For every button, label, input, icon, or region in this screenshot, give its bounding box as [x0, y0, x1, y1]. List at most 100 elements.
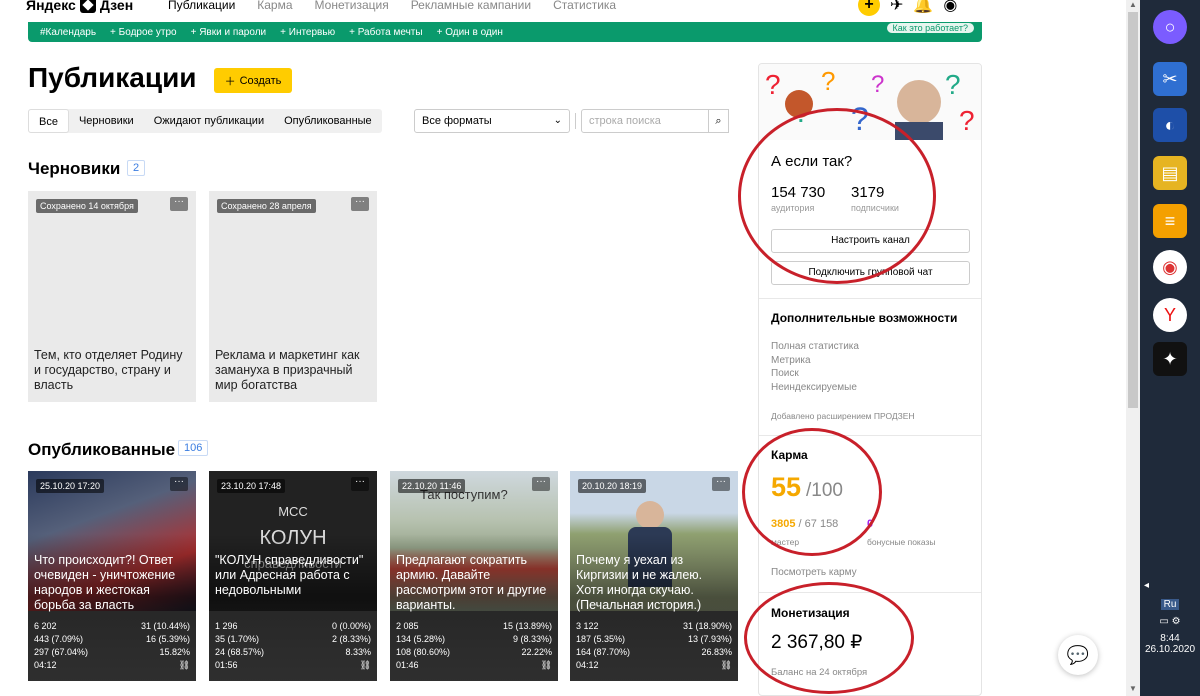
format-select[interactable]: Все форматы ⌄: [414, 109, 570, 133]
banner-item[interactable]: + Интервью: [280, 27, 335, 38]
extra-link-search[interactable]: Поиск: [771, 367, 859, 381]
search-input[interactable]: строка поиска: [581, 109, 709, 133]
divider: [575, 113, 576, 129]
karma-points-total: / 67 158: [798, 518, 839, 530]
publication-card[interactable]: 20.10.20 18:19 ··· Почему я уехал из Кир…: [570, 471, 738, 681]
tab-pending[interactable]: Ожидают публикации: [144, 109, 274, 133]
paper-plane-icon[interactable]: ✈: [890, 0, 903, 15]
nav-monetization[interactable]: Монетизация: [315, 0, 389, 12]
subscribers-label: подписчики: [851, 203, 899, 213]
publication-stats: 3 122 31 (18.90%) 187 (5.35%) 13 (7.93%) 1…: [576, 620, 732, 672]
draft-saved-date: Сохранено 14 октября: [36, 199, 138, 213]
publication-date: 22.10.20 11:46: [398, 479, 466, 493]
bonus-impressions-label: бонусные показы: [867, 537, 936, 547]
stat-ctr: 164 (87.70%): [576, 647, 631, 657]
channel-name[interactable]: А если так?: [771, 153, 852, 170]
scrollbar[interactable]: ▲ ▼: [1126, 0, 1140, 696]
publication-stats: 6 202 31 (10.44%) 443 (7.09%) 16 (5.39%) 2…: [34, 620, 190, 672]
stat-time: 04:12: [34, 660, 57, 670]
more-icon[interactable]: ···: [170, 197, 188, 211]
link-icon[interactable]: ⛓: [179, 659, 190, 672]
link-icon[interactable]: ⛓: [541, 659, 552, 672]
logo[interactable]: Яндекс Дзен: [26, 0, 133, 13]
more-icon[interactable]: ···: [351, 197, 369, 211]
stat-reads: 35 (1.70%): [215, 634, 260, 644]
search-icon[interactable]: ⌕: [709, 109, 729, 133]
tab-drafts[interactable]: Черновики: [69, 109, 144, 133]
audience-count: 154 730: [771, 184, 826, 201]
chrome-icon[interactable]: ◉: [1153, 250, 1187, 284]
nav-statistics[interactable]: Статистика: [553, 0, 616, 12]
how-it-works-link[interactable]: Как это работает?: [886, 23, 974, 33]
draft-card[interactable]: Сохранено 14 октября ··· Тем, кто отделя…: [28, 191, 196, 402]
extra-link-full-stats[interactable]: Полная статистика: [771, 340, 859, 354]
clock-date[interactable]: 26.10.2020: [1140, 644, 1200, 655]
channel-cover: ? ? ? ? ? ? ?: [759, 64, 981, 140]
stat-engagement: 15.82%: [159, 647, 190, 657]
banner-item[interactable]: + Работа мечты: [349, 27, 422, 38]
publication-date: 23.10.20 17:48: [217, 479, 286, 493]
stat-likes: 0 (0.00%): [331, 621, 371, 631]
setup-channel-button[interactable]: Настроить канал: [771, 229, 970, 253]
scrollbar-thumb[interactable]: [1128, 12, 1138, 408]
chevron-left-icon[interactable]: ◂: [1140, 580, 1200, 591]
nav-ad-campaigns[interactable]: Рекламные кампании: [411, 0, 531, 12]
extra-link-metrika[interactable]: Метрика: [771, 354, 859, 368]
extra-features-list: Полная статистика Метрика Поиск Неиндекс…: [771, 340, 859, 394]
link-icon[interactable]: ⛓: [360, 659, 371, 672]
link-icon[interactable]: ⛓: [721, 659, 732, 672]
more-icon[interactable]: ···: [712, 477, 730, 491]
banner-item[interactable]: + Один в один: [437, 27, 503, 38]
publication-title: "КОЛУН справедливости" или Адресная рабо…: [215, 553, 364, 597]
yandex-browser-icon[interactable]: Y: [1153, 298, 1187, 332]
alice-icon[interactable]: ○: [1153, 10, 1187, 44]
stat-engagement: 26.83%: [701, 647, 732, 657]
view-karma-link[interactable]: Посмотреть карму: [771, 567, 857, 578]
create-button[interactable]: ＋ Создать: [214, 68, 292, 93]
more-icon[interactable]: ···: [170, 477, 188, 491]
format-select-value: Все форматы: [422, 115, 492, 127]
avatar[interactable]: ◉: [943, 0, 957, 15]
karma-points: 3805 / 67 158: [771, 518, 838, 530]
scroll-down-icon[interactable]: ▼: [1129, 684, 1137, 693]
more-icon[interactable]: ···: [351, 477, 369, 491]
nav-publications[interactable]: Публикации: [168, 0, 235, 12]
stat-views: 3 122: [576, 621, 599, 631]
banner-item[interactable]: + Явки и пароли: [191, 27, 267, 38]
zen-icon[interactable]: ✦: [1153, 342, 1187, 376]
publication-card[interactable]: 25.10.20 17:20 ··· Что происходит?! Отве…: [28, 471, 196, 681]
chat-icon[interactable]: 💬: [1058, 635, 1098, 675]
stat-dislikes: 9 (8.33%): [512, 634, 552, 644]
banner-item[interactable]: + Бодрое утро: [110, 27, 177, 38]
network-icon[interactable]: ▭ ⚙: [1140, 616, 1200, 627]
promo-banner[interactable]: #Календарь + Бодрое утро + Явки и пароли…: [28, 22, 982, 42]
extra-link-unindexed[interactable]: Неиндексируемые: [771, 381, 859, 395]
svg-text:?: ?: [851, 101, 869, 137]
language-indicator[interactable]: Ru: [1160, 599, 1180, 610]
plus-button[interactable]: +: [858, 0, 880, 16]
disk-icon[interactable]: ◐: [1153, 108, 1187, 142]
notes-icon[interactable]: ≡: [1153, 204, 1187, 238]
nav-karma[interactable]: Карма: [257, 0, 292, 12]
banner-item[interactable]: #Календарь: [40, 27, 96, 38]
logo-text: Яндекс: [26, 0, 76, 13]
scissors-icon[interactable]: ✂: [1153, 62, 1187, 96]
tab-published[interactable]: Опубликованные: [274, 109, 382, 133]
connect-chat-button[interactable]: Подключить групповой чат: [771, 261, 970, 285]
tab-all[interactable]: Все: [28, 109, 69, 133]
extra-features-title: Дополнительные возможности: [771, 311, 958, 325]
system-tray: ◂ Ru ▭ ⚙ 8:44 26.10.2020: [1140, 580, 1200, 655]
bell-icon[interactable]: 🔔: [913, 0, 933, 15]
svg-text:?: ?: [821, 66, 835, 96]
publication-card[interactable]: Так поступим? 22.10.20 11:46 ··· Предлаг…: [390, 471, 558, 681]
publication-date: 25.10.20 17:20: [36, 479, 105, 493]
more-icon[interactable]: ···: [532, 477, 550, 491]
folder-icon[interactable]: ▤: [1153, 156, 1187, 190]
scroll-up-icon[interactable]: ▲: [1129, 0, 1137, 9]
publication-card[interactable]: МСС КОЛУН справедливости 23.10.20 17:48 …: [209, 471, 377, 681]
draft-card[interactable]: Сохранено 28 апреля ··· Реклама и маркет…: [209, 191, 377, 402]
stat-dislikes: 16 (5.39%): [145, 634, 190, 644]
stat-dislikes: 13 (7.93%): [687, 634, 732, 644]
clock-time[interactable]: 8:44: [1140, 633, 1200, 644]
draft-saved-date: Сохранено 28 апреля: [217, 199, 316, 213]
